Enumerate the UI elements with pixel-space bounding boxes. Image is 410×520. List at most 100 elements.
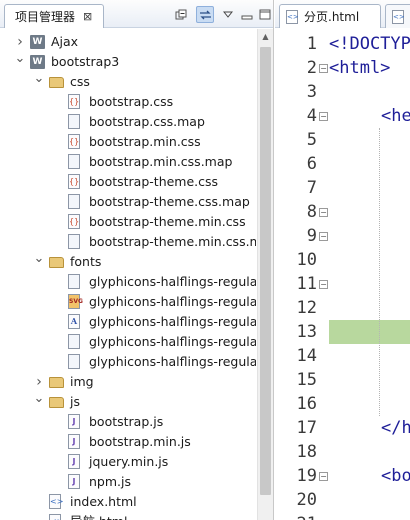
tab-nav-html[interactable]: <> 导	[385, 4, 410, 28]
editor-tabs: <> 分页.html <> 导	[275, 0, 410, 28]
vertical-scrollbar[interactable]: ▲	[257, 29, 273, 520]
code-line: <he	[381, 106, 410, 126]
indent-guide	[379, 128, 380, 416]
css-file-icon: {}	[68, 174, 80, 189]
expand-chevron-icon[interactable]: ⌄	[33, 72, 45, 89]
tree-item[interactable]: {} bootstrap.min.css	[0, 132, 256, 152]
line-number: 1	[306, 34, 317, 54]
line-number: 10	[296, 250, 317, 270]
tree-item[interactable]: Jnpm.js	[0, 472, 256, 492]
tree-item[interactable]: glyphicons-halflings-regular.w	[0, 332, 256, 352]
collapse-all-icon[interactable]	[172, 6, 190, 23]
link-with-editor-icon[interactable]	[196, 6, 214, 23]
css-file-icon: {}	[68, 134, 80, 149]
tree-item[interactable]: glyphicons-halflings-regular.w	[0, 352, 256, 372]
code-area[interactable]: <!DOCTYPE <html> <he </h <bo	[329, 32, 410, 520]
scroll-up-icon[interactable]: ▲	[258, 29, 273, 45]
code-line: <bo	[381, 466, 410, 486]
tree-item-label: bootstrap-theme.min.css.map	[89, 234, 256, 249]
line-number: 11	[296, 274, 317, 294]
expand-chevron-icon[interactable]: ⌄	[14, 52, 26, 69]
tree-item[interactable]: {} bootstrap-theme.min.css	[0, 212, 256, 232]
line-number: 2	[306, 58, 317, 78]
tree-item-label: js	[70, 394, 80, 409]
file-icon	[68, 234, 80, 249]
file-icon	[68, 114, 80, 129]
file-icon	[68, 194, 80, 209]
html-file-icon: <>	[392, 9, 405, 24]
line-number: 3	[306, 82, 317, 102]
collapse-chevron-icon[interactable]: ›	[14, 32, 26, 52]
explorer-tab-title: 项目管理器	[15, 10, 76, 24]
tab-label: 分页.html	[304, 10, 360, 24]
line-number: 19	[296, 466, 317, 486]
fold-toggle-icon[interactable]: −	[319, 64, 328, 73]
expand-chevron-icon[interactable]: ⌄	[33, 392, 45, 409]
code-line: <html>	[329, 58, 391, 78]
line-number: 5	[306, 130, 317, 150]
fold-toggle-icon[interactable]: −	[319, 280, 328, 289]
tree-item[interactable]: bootstrap.min.css.map	[0, 152, 256, 172]
collapse-chevron-icon[interactable]: ›	[33, 372, 45, 392]
tree-item[interactable]: <> index.html	[0, 492, 256, 512]
folder-icon	[49, 257, 64, 268]
fold-toggle-icon[interactable]: −	[319, 112, 328, 121]
tree-item[interactable]: ⌄ Wbootstrap3	[0, 52, 256, 72]
tree-item-label: css	[70, 74, 90, 89]
view-menu-icon[interactable]	[219, 6, 237, 23]
css-file-icon: {}	[68, 94, 80, 109]
expand-chevron-icon[interactable]: ⌄	[33, 252, 45, 269]
css-file-icon: {}	[68, 214, 80, 229]
tree-item-label: glyphicons-halflings-regular.w	[89, 334, 256, 349]
tree-item-label: bootstrap.css.map	[89, 114, 205, 129]
maximize-icon[interactable]	[256, 6, 273, 23]
tree-item-label: bootstrap3	[51, 54, 120, 69]
tree-item-label: bootstrap-theme.css	[89, 174, 219, 189]
tree-item[interactable]: ⌄ js	[0, 392, 256, 412]
tree-item[interactable]: ⌄ css	[0, 72, 256, 92]
tree-item[interactable]: <> 导航.html	[0, 512, 256, 520]
tree-item[interactable]: › W Ajax	[0, 32, 256, 52]
line-number: 12	[296, 298, 317, 318]
tree-item[interactable]: Jjquery.min.js	[0, 452, 256, 472]
tree-item-label: bootstrap-theme.css.map	[89, 194, 250, 209]
fold-toggle-icon[interactable]: −	[319, 208, 328, 217]
tree-item-label: bootstrap.css	[89, 94, 174, 109]
line-number: 4	[306, 106, 317, 126]
tree-item[interactable]: › img	[0, 372, 256, 392]
fold-toggle-icon[interactable]: −	[319, 232, 328, 241]
tree-item-label: 导航.html	[70, 512, 127, 520]
close-icon[interactable]: ⊠	[83, 10, 92, 23]
tree-item[interactable]: bootstrap.css.map	[0, 112, 256, 132]
html-file-icon: <>	[49, 514, 63, 520]
fold-toggle-icon[interactable]: −	[319, 472, 328, 481]
tree-item[interactable]: {} bootstrap.css	[0, 92, 256, 112]
js-file-icon: J	[68, 414, 80, 429]
scrollbar-thumb[interactable]	[260, 47, 271, 495]
code-line: </h	[381, 418, 410, 438]
tree-item-label: bootstrap.min.css	[89, 134, 201, 149]
tree-item[interactable]: bootstrap-theme.css.map	[0, 192, 256, 212]
js-file-icon: J	[68, 474, 80, 489]
tree-item[interactable]: SVG glyphicons-halflings-regular.s	[0, 292, 256, 312]
tree-item[interactable]: bootstrap-theme.min.css.map	[0, 232, 256, 252]
line-number: 9	[306, 226, 317, 246]
tree-item-label: bootstrap-theme.min.css	[89, 214, 246, 229]
line-number: 7	[306, 178, 317, 198]
tree-item[interactable]: glyphicons-halflings-regular.e	[0, 272, 256, 292]
html-file-icon: <>	[49, 494, 63, 509]
line-number: 6	[306, 154, 317, 174]
line-number: 20	[296, 490, 317, 510]
tree-item[interactable]: ⌄ fonts	[0, 252, 256, 272]
project-icon: W	[30, 35, 45, 49]
folder-icon	[49, 77, 64, 88]
tree-item[interactable]: Jbootstrap.min.js	[0, 432, 256, 452]
tab-paging-html[interactable]: <> 分页.html	[279, 4, 381, 28]
tree-item[interactable]: Aglyphicons-halflings-regular.t	[0, 312, 256, 332]
explorer-tab[interactable]: 项目管理器 ⊠	[4, 4, 104, 28]
minimize-icon[interactable]	[238, 6, 256, 23]
tree-item-label: jquery.min.js	[89, 454, 169, 469]
tree-item[interactable]: Jbootstrap.js	[0, 412, 256, 432]
tree-item-label: npm.js	[89, 474, 131, 489]
tree-item[interactable]: {} bootstrap-theme.css	[0, 172, 256, 192]
